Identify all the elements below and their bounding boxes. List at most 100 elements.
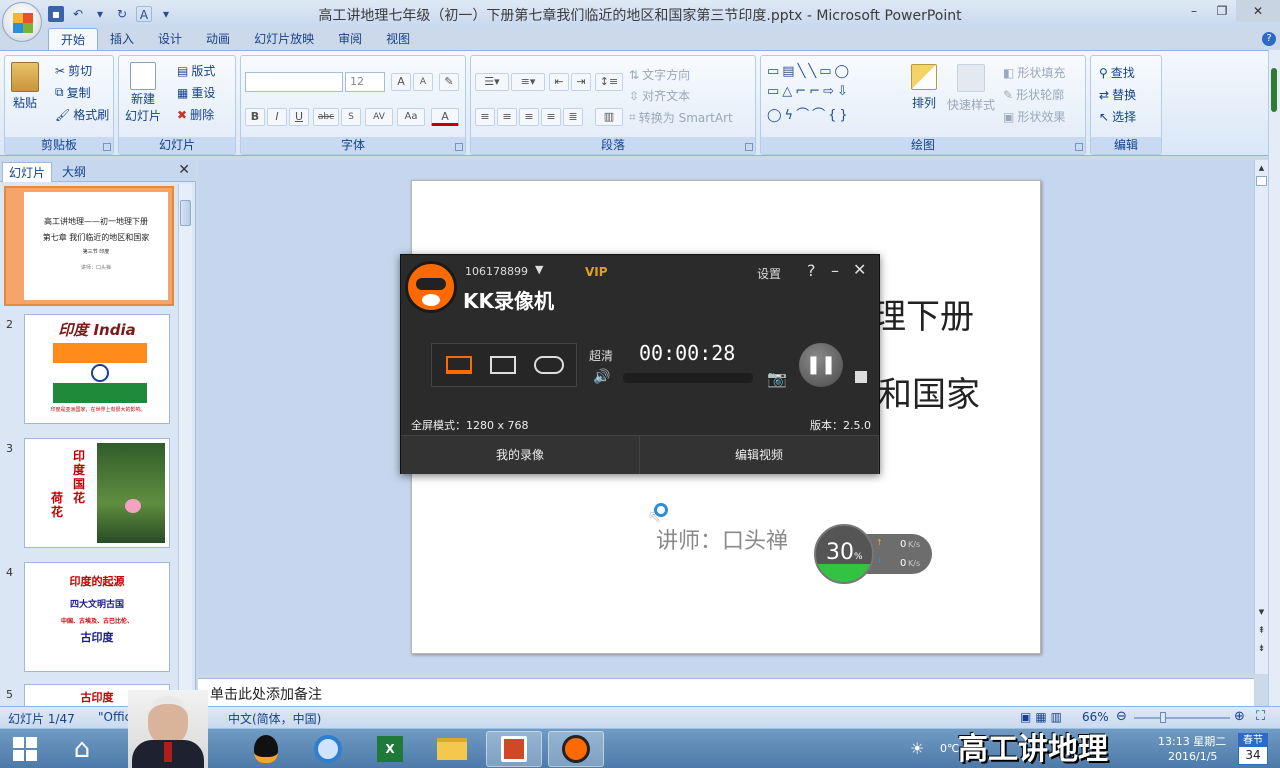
slide-thumbnail-2[interactable]: 印度 India 印度是亚洲国家，在世界上有很大的影响。: [24, 314, 170, 424]
reset-button[interactable]: ▦ 重设: [177, 84, 215, 101]
shape-fill-button[interactable]: ◧ 形状填充: [1003, 64, 1065, 81]
volume-level-bar[interactable]: [623, 373, 753, 383]
fullscreen-mode-icon[interactable]: [446, 356, 472, 374]
slide-thumbnail-3[interactable]: 印度国花 荷花: [24, 438, 170, 548]
arrange-button[interactable]: 排列: [911, 64, 937, 111]
align-center-button[interactable]: ≡: [497, 108, 517, 126]
text-direction-button[interactable]: ⇅ 文字方向: [629, 66, 690, 83]
close-pane-icon[interactable]: ✕: [178, 162, 190, 178]
align-right-button[interactable]: ≡: [519, 108, 539, 126]
dialog-launcher-icon[interactable]: [455, 143, 463, 151]
screenshot-camera-icon[interactable]: 📷: [767, 369, 787, 388]
align-left-button[interactable]: ≡: [475, 108, 495, 126]
paste-button[interactable]: 粘贴: [11, 62, 39, 111]
shapes-gallery-row3[interactable]: ◯ϟ⌒⌒{}: [767, 104, 851, 123]
pause-button[interactable]: ❚❚: [799, 343, 843, 387]
shape-outline-button[interactable]: ✎ 形状轮廓: [1003, 86, 1064, 103]
scroll-thumb[interactable]: [180, 200, 191, 226]
align-text-button[interactable]: ⇳ 对齐文本: [629, 87, 690, 104]
kk-help-icon[interactable]: ?: [807, 261, 816, 280]
bullets-button[interactable]: ☰▾: [475, 73, 509, 91]
notes-placeholder[interactable]: 单击此处添加备注: [210, 684, 322, 704]
tab-design[interactable]: 设计: [146, 28, 194, 50]
slide-presenter[interactable]: 讲师：口头禅: [656, 523, 788, 555]
font-color-button[interactable]: A: [431, 108, 459, 126]
new-slide-button[interactable]: 新建 幻灯片: [125, 62, 161, 124]
taskbar-home[interactable]: ⌂: [54, 731, 110, 767]
decrease-indent-button[interactable]: ⇤: [549, 73, 569, 91]
weather-temp[interactable]: 0℃: [940, 742, 959, 755]
my-recordings-button[interactable]: 我的录像: [401, 436, 640, 474]
clock-time[interactable]: 13:13 星期二: [1158, 733, 1226, 749]
zoom-slider[interactable]: [1134, 712, 1230, 723]
network-speed-widget[interactable]: ↑ 0 K/s ↓ 0 K/s 30 %: [814, 524, 934, 584]
edit-video-button[interactable]: 编辑视频: [640, 436, 879, 474]
slide-title-line1[interactable]: 理下册: [872, 289, 974, 338]
kk-recorder-window[interactable]: 106178899 ▼ VIP KK录像机 设置 ? – ✕ 超清 🔊 00:0…: [400, 254, 880, 474]
scroll-thumb[interactable]: [1256, 176, 1267, 186]
format-painter-button[interactable]: 🖌 格式刷: [55, 106, 109, 123]
justify-button[interactable]: ≡: [541, 108, 561, 126]
clock-date[interactable]: 2016/1/5: [1168, 750, 1217, 763]
delete-slide-button[interactable]: ✖ 删除: [177, 106, 214, 123]
dialog-launcher-icon[interactable]: [1075, 143, 1083, 151]
taskbar-qq[interactable]: [238, 731, 294, 767]
tab-view[interactable]: 视图: [374, 28, 422, 50]
language-indicator[interactable]: 中文(简体，中国): [228, 710, 321, 727]
slide-scrollbar[interactable]: ▲ ▼ ⇞ ⇟: [1254, 160, 1268, 674]
view-buttons[interactable]: ▣▦▥: [1020, 710, 1066, 724]
notes-pane[interactable]: 单击此处添加备注: [198, 678, 1254, 706]
kk-minimize-icon[interactable]: –: [831, 261, 839, 280]
account-dropdown-icon[interactable]: ▼: [535, 263, 543, 276]
zoom-in-icon[interactable]: ⊕: [1234, 709, 1245, 724]
ribbon-side-scrollbar[interactable]: [1268, 50, 1280, 706]
scroll-up-icon[interactable]: ▲: [1256, 164, 1267, 172]
taskbar-kk-recorder[interactable]: [548, 731, 604, 767]
stop-button[interactable]: [855, 371, 867, 383]
tab-slides-pane[interactable]: 幻灯片: [2, 162, 53, 182]
region-mode-icon[interactable]: [490, 356, 516, 374]
slide-thumbnail-1[interactable]: 高工讲地理——初一地理下册 第七章 我们临近的地区和国家 第三节 印度 讲师：口…: [4, 186, 174, 306]
fit-to-window-icon[interactable]: ⛶: [1256, 709, 1265, 724]
change-case-button[interactable]: Aa: [397, 108, 425, 126]
shape-effects-button[interactable]: ▣ 形状效果: [1003, 108, 1065, 125]
scroll-thumb[interactable]: [1271, 68, 1277, 112]
italic-button[interactable]: I: [267, 108, 287, 126]
char-spacing-button[interactable]: AV: [365, 108, 393, 126]
help-icon[interactable]: ?: [1262, 32, 1276, 46]
kk-settings-button[interactable]: 设置: [757, 265, 781, 282]
tab-review[interactable]: 审阅: [326, 28, 374, 50]
kk-account-id[interactable]: 106178899: [465, 265, 528, 278]
shapes-gallery-row2[interactable]: ▭△⌐⌐⇨⇩: [767, 84, 851, 99]
previous-slide-icon[interactable]: ⇞: [1256, 626, 1267, 636]
quality-selector[interactable]: 超清: [589, 347, 613, 364]
font-size-input[interactable]: 12: [345, 72, 385, 92]
weather-sun-icon[interactable]: ☀: [910, 739, 924, 758]
tab-slideshow[interactable]: 幻灯片放映: [242, 28, 326, 50]
quick-styles-button[interactable]: 快速样式: [947, 64, 995, 113]
increase-indent-button[interactable]: ⇥: [571, 73, 591, 91]
kk-close-icon[interactable]: ✕: [853, 260, 866, 279]
taskbar-excel[interactable]: X: [362, 731, 418, 767]
replace-button[interactable]: ⇄ 替换: [1099, 86, 1136, 103]
dialog-launcher-icon[interactable]: [745, 143, 753, 151]
taskbar-explorer[interactable]: [424, 731, 480, 767]
copy-button[interactable]: ⧉ 复制: [55, 84, 91, 101]
distribute-button[interactable]: ≣: [563, 108, 583, 126]
shadow-button[interactable]: S: [341, 108, 361, 126]
next-slide-icon[interactable]: ⇟: [1256, 644, 1267, 654]
bold-button[interactable]: B: [245, 108, 265, 126]
slide-title-line2[interactable]: 和国家: [878, 367, 980, 416]
slide-thumbnail-4[interactable]: 印度的起源 四大文明古国 中国、古埃及、古巴比伦、 古印度: [24, 562, 170, 672]
taskbar-browser[interactable]: [300, 731, 356, 767]
taskbar-powerpoint[interactable]: [486, 731, 542, 767]
find-button[interactable]: ⚲ 查找: [1099, 64, 1135, 81]
cut-button[interactable]: ✂ 剪切: [55, 62, 92, 79]
tab-insert[interactable]: 插入: [98, 28, 146, 50]
grow-font-button[interactable]: A: [391, 73, 411, 91]
dialog-launcher-icon[interactable]: [103, 143, 111, 151]
calendar-widget[interactable]: 春节 34: [1238, 733, 1268, 765]
shapes-gallery[interactable]: ▭▤╲╲▭◯: [767, 64, 852, 79]
close-button[interactable]: ✕: [1236, 0, 1280, 22]
slides-pane-scrollbar[interactable]: [178, 184, 192, 704]
